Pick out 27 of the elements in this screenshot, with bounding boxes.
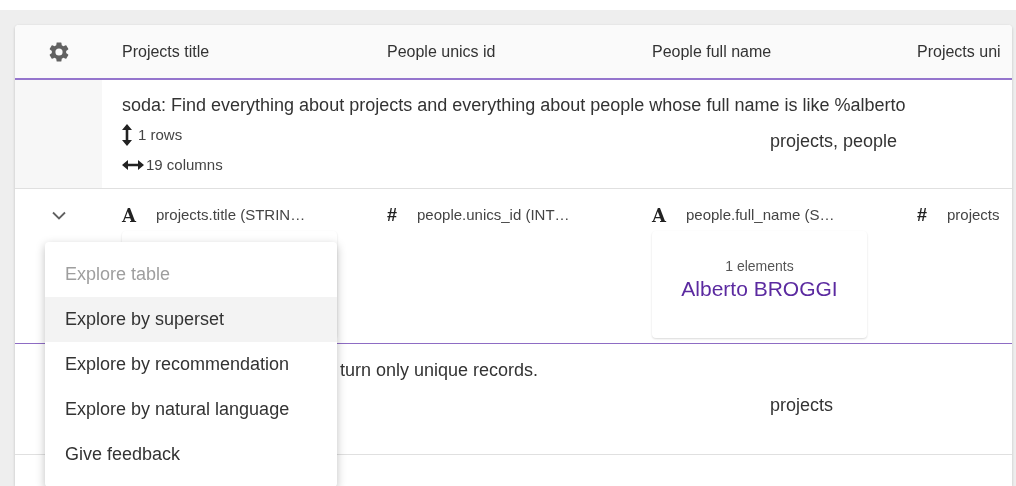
query-text: turn only unique records. [340, 359, 540, 382]
field-name: people.full_name (S… [685, 204, 835, 225]
chevron-icon[interactable] [51, 211, 66, 220]
vertical-arrow-icon [122, 124, 132, 146]
field-name: people.unics_id (INT… [417, 204, 570, 225]
field-name: projects [947, 204, 1000, 225]
menu-item[interactable]: Explore by recommendation [45, 342, 337, 387]
field-value[interactable]: Alberto BROGGI [681, 275, 838, 303]
rows-count: 1 rows [138, 124, 183, 145]
query-text: soda: Find everything about projects and everything about people whose full name is like %alberto [122, 94, 907, 117]
number-type-icon: # [387, 201, 397, 229]
columns-count: 19 columns [146, 154, 223, 175]
elements-count: 1 elements [725, 257, 794, 275]
tables-text: projects, people [770, 130, 898, 153]
column-header[interactable]: Projects title [102, 39, 367, 64]
column-header[interactable]: People unics id [367, 39, 632, 64]
text-type-icon: A [652, 201, 666, 229]
horizontal-arrow-icon [122, 160, 144, 170]
number-type-icon: # [917, 201, 927, 229]
text-type-icon: A [122, 201, 136, 229]
menu-item[interactable]: Give feedback [45, 432, 337, 477]
field-name: projects.title (STRIN… [155, 204, 306, 225]
tables-text: projects [770, 394, 834, 417]
column-header[interactable]: People full name [632, 39, 897, 64]
column-header[interactable]: Projects uni [897, 39, 1012, 64]
menu-item[interactable]: Explore by superset [45, 297, 337, 342]
menu-item[interactable]: Explore by natural language [45, 387, 337, 432]
